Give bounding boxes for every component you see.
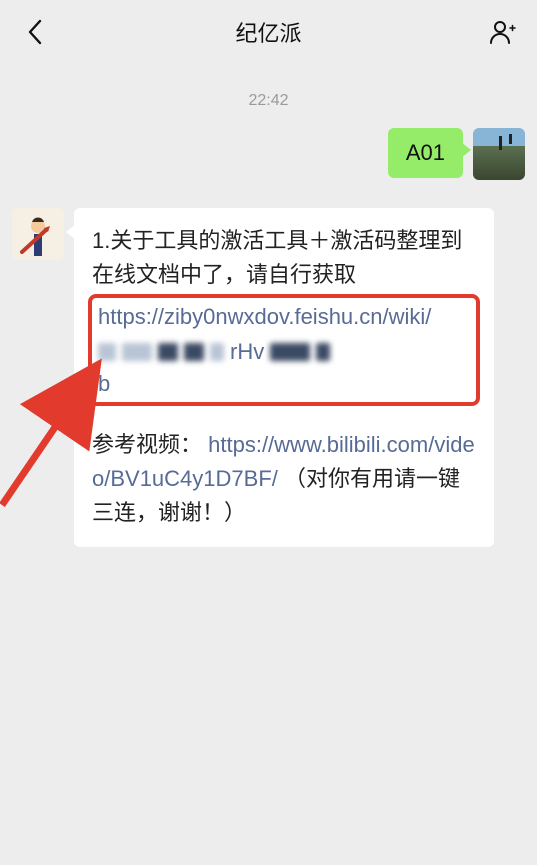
- redacted-row-1: rHv: [98, 338, 470, 366]
- redacted-mid: rHv: [230, 335, 264, 369]
- contact-button[interactable]: [485, 15, 519, 49]
- ref-label: 参考视频：: [92, 432, 202, 457]
- back-button[interactable]: [18, 15, 52, 49]
- redacted-row-2: b: [98, 370, 470, 398]
- sender-avatar[interactable]: [12, 208, 64, 260]
- highlight-box: https://ziby0nwxdov.feishu.cn/wiki/ rHv …: [88, 294, 480, 406]
- feishu-link[interactable]: https://ziby0nwxdov.feishu.cn/wiki/: [98, 304, 431, 329]
- outgoing-message-row: A01: [0, 128, 537, 208]
- incoming-bubble[interactable]: 1.关于工具的激活工具＋激活码整理到在线文档中了，请自行获取 https://z…: [74, 208, 494, 547]
- outgoing-text: A01: [406, 140, 445, 165]
- chat-header: 纪亿派: [0, 0, 537, 64]
- incoming-message-row: 1.关于工具的激活工具＋激活码整理到在线文档中了，请自行获取 https://z…: [0, 208, 537, 547]
- msg-line1: 1.关于工具的激活工具＋激活码整理到在线文档中了，请自行获取: [92, 228, 462, 287]
- chat-title: 纪亿派: [235, 16, 301, 48]
- timestamp: 22:42: [0, 64, 537, 128]
- redacted-tail: b: [98, 367, 110, 401]
- outgoing-bubble[interactable]: A01: [388, 128, 463, 178]
- my-avatar[interactable]: [473, 128, 525, 180]
